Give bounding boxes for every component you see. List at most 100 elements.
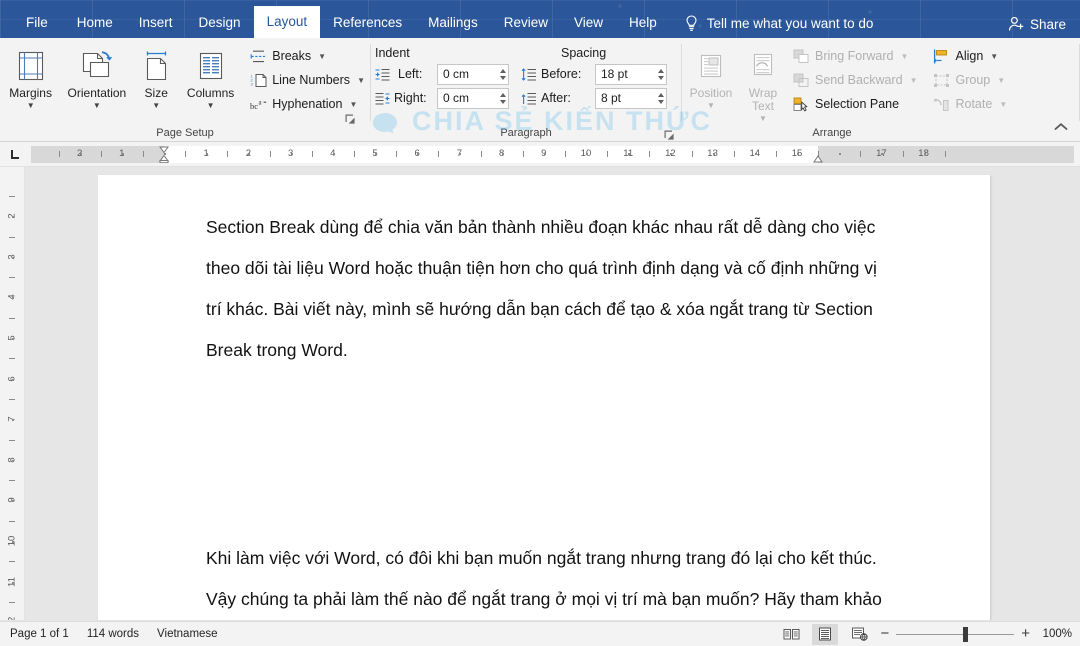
tab-layout[interactable]: Layout [254,6,321,38]
spacing-before-input[interactable]: 18 pt [595,64,667,85]
send-backward-icon [793,73,810,88]
line-numbers-caret-icon[interactable]: ▼ [357,76,365,85]
columns-caret-icon[interactable]: ▼ [207,101,215,111]
document-page[interactable]: Section Break dùng để chia văn bản thành… [98,175,990,620]
bring-forward-button[interactable]: Bring Forward ▼ [788,45,922,67]
page-indicator[interactable]: Page 1 of 1 [10,628,69,640]
zoom-percentage[interactable]: 100% [1038,628,1072,640]
align-caret-icon[interactable]: ▼ [990,52,998,61]
margins-icon [14,46,48,86]
send-backward-caret-icon[interactable]: ▼ [910,76,918,85]
hyphenation-icon: bc a [250,97,267,112]
hyphenation-caret-icon[interactable]: ▼ [349,100,357,109]
page-setup-group-label: Page Setup [0,125,370,142]
ribbon-group-page-setup: Margins ▼ Orientation ▼ [0,38,370,142]
vruler-dot [12,460,14,462]
line-numbers-button[interactable]: 123 Line Numbers ▼ [245,69,370,91]
print-layout-button[interactable] [812,624,838,645]
zoom-track[interactable] [896,634,1014,635]
margins-button[interactable]: Margins ▼ [0,42,61,111]
vertical-ruler[interactable]: 23456789101112 [0,167,25,620]
tab-view[interactable]: View [561,8,616,38]
tab-mailings[interactable]: Mailings [415,8,491,38]
web-layout-button[interactable] [846,624,872,645]
size-icon [139,46,173,86]
ruler-tick [396,151,397,157]
breaks-caret-icon[interactable]: ▼ [318,52,326,61]
position-button[interactable]: Position ▼ [682,42,740,111]
ruler-dot [417,153,419,155]
tab-home[interactable]: Home [64,8,126,38]
send-backward-button[interactable]: Send Backward ▼ [788,69,922,91]
align-button[interactable]: Align ▼ [928,45,1012,67]
breaks-button[interactable]: Breaks ▼ [245,45,370,67]
status-bar: Page 1 of 1 114 words Vietnamese [0,621,1080,646]
zoom-in-button[interactable]: + [1021,629,1030,639]
vruler-dot [12,582,14,584]
bring-forward-caret-icon[interactable]: ▼ [901,52,909,61]
ruler-tick [565,151,566,157]
wrap-text-caret-icon[interactable]: ▼ [759,114,767,124]
tab-insert[interactable]: Insert [126,8,186,38]
spacing-before-value: 18 pt [596,67,628,81]
ruler-dot [502,153,504,155]
document-paragraph[interactable]: Khi làm việc với Word, có đôi khi bạn mu… [206,538,886,620]
paragraph-dialog-launcher[interactable] [663,128,675,140]
ruler-tick [227,151,228,157]
horizontal-ruler[interactable]: 211234567891011121314151718 [31,146,1074,163]
document-scroll-area[interactable]: Section Break dùng để chia văn bản thành… [25,167,1080,620]
indent-right-input[interactable]: 0 cm [437,88,509,109]
indent-left-input[interactable]: 0 cm [437,64,509,85]
tell-me-search[interactable]: Tell me what you want to do [684,8,874,38]
indent-right-stepper[interactable] [495,89,506,108]
collapse-ribbon-button[interactable] [1050,117,1072,137]
columns-label: Columns [187,87,234,100]
share-button[interactable]: Share [1008,16,1066,32]
page-setup-dialog-launcher[interactable] [344,112,356,124]
tab-design[interactable]: Design [186,8,254,38]
arrange-col-2: Align ▼ Group ▼ [928,42,1012,115]
zoom-slider[interactable]: − + [880,629,1030,639]
right-indent-marker[interactable] [813,146,823,163]
tab-stop-selector[interactable] [3,143,27,165]
document-text-body[interactable]: Section Break dùng để chia văn bản thành… [206,207,886,620]
word-count[interactable]: 114 words [87,628,139,640]
size-caret-icon[interactable]: ▼ [152,101,160,111]
wrap-text-button[interactable]: Wrap Text ▼ [740,42,786,124]
ruler-dot [375,153,377,155]
share-label: Share [1030,17,1066,32]
columns-icon [194,46,228,86]
spacing-after-label: After: [541,91,571,105]
spacing-before-stepper[interactable] [653,65,664,84]
spacing-after-input[interactable]: 8 pt [595,88,667,109]
ruler-dot [755,153,757,155]
tab-references[interactable]: References [320,8,415,38]
position-caret-icon[interactable]: ▼ [707,101,715,111]
page-setup-small-buttons: Breaks ▼ 123 Line Numbers ▼ [245,42,370,115]
spacing-after-stepper[interactable] [653,89,664,108]
rotate-button[interactable]: Rotate ▼ [928,93,1012,115]
margins-caret-icon[interactable]: ▼ [27,101,35,111]
zoom-out-button[interactable]: − [880,629,889,639]
language-indicator[interactable]: Vietnamese [157,628,218,640]
first-line-indent-marker[interactable] [159,146,169,163]
orientation-caret-icon[interactable]: ▼ [93,101,101,111]
tab-file[interactable]: File [10,8,64,38]
svg-text:a: a [259,98,263,106]
read-mode-button[interactable] [778,624,804,645]
indent-left-stepper[interactable] [495,65,506,84]
selection-pane-button[interactable]: Selection Pane [788,93,922,115]
zoom-thumb[interactable] [963,627,968,642]
vruler-number: 12 [7,617,18,620]
orientation-button[interactable]: Orientation ▼ [61,42,132,111]
rotate-caret-icon[interactable]: ▼ [999,100,1007,109]
size-button[interactable]: Size ▼ [132,42,179,111]
group-button[interactable]: Group ▼ [928,69,1012,91]
tab-review[interactable]: Review [491,8,561,38]
group-caret-icon[interactable]: ▼ [997,76,1005,85]
columns-button[interactable]: Columns ▼ [180,42,241,111]
tab-help[interactable]: Help [616,8,670,38]
spacing-after-icon [521,92,537,105]
document-paragraph[interactable]: Section Break dùng để chia văn bản thành… [206,207,886,371]
vruler-tick [9,399,15,400]
